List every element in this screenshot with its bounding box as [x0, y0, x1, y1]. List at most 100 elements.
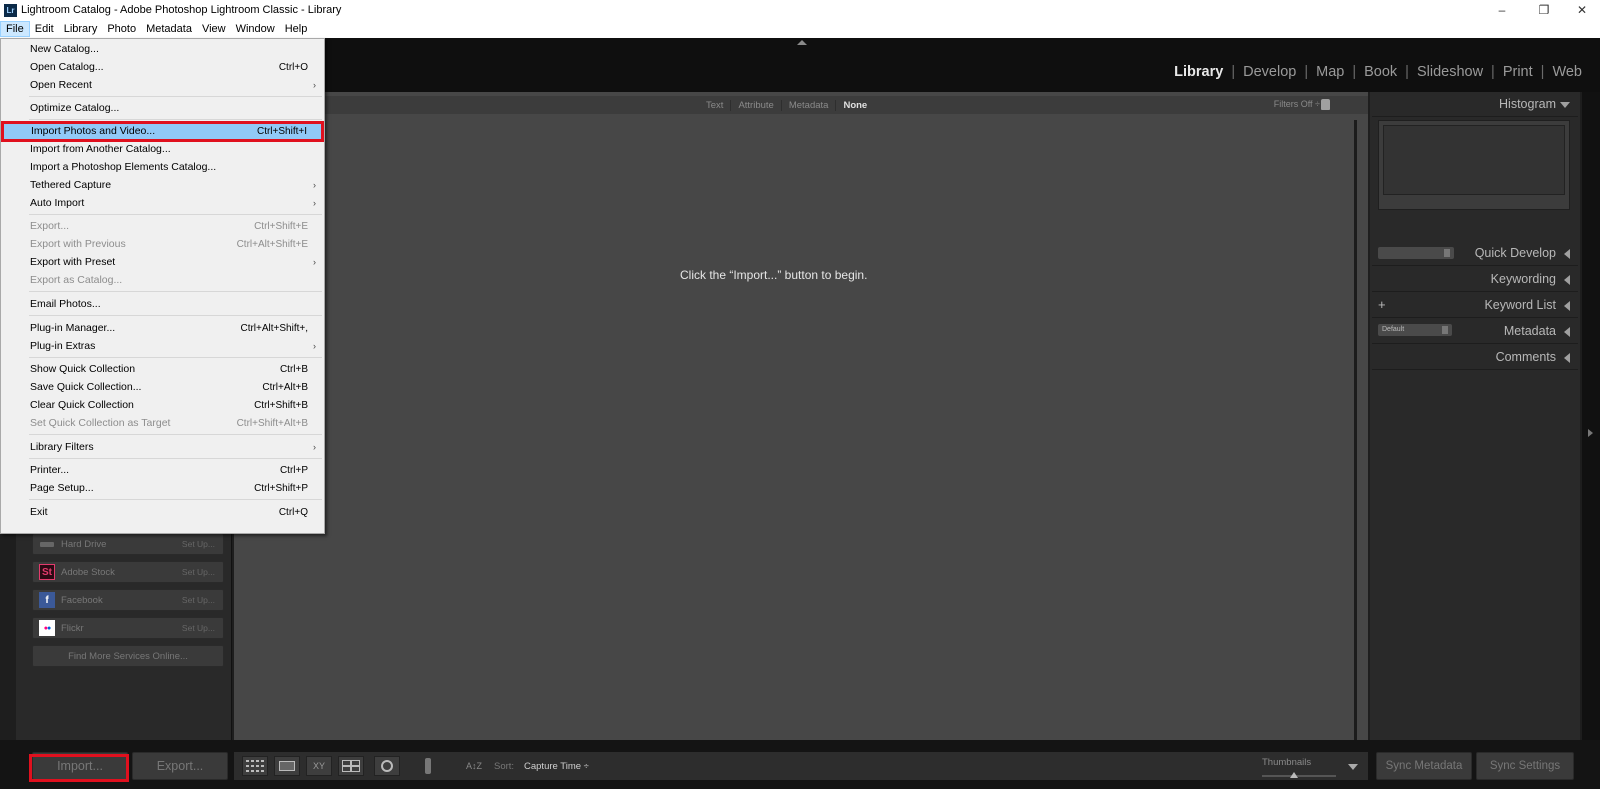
add-keyword-icon[interactable]: +	[1378, 297, 1386, 312]
grid-view-area[interactable]	[234, 92, 1368, 740]
menu-help[interactable]: Help	[280, 21, 313, 37]
menu-item-export[interactable]: Export... Ctrl+Shift+E	[3, 217, 322, 235]
histogram-plot	[1383, 125, 1565, 195]
sort-direction-icon[interactable]: A↕Z	[458, 756, 490, 776]
module-book[interactable]: Book	[1356, 64, 1405, 80]
publish-service-hard-drive[interactable]: Hard Drive Set Up...	[32, 533, 224, 555]
submenu-arrow-icon: ›	[313, 180, 316, 190]
library-toolbar	[234, 752, 1368, 780]
collapse-left-icon	[1564, 275, 1570, 285]
histogram-display	[1378, 120, 1570, 210]
close-button[interactable]: ✕	[1564, 0, 1600, 20]
collapse-left-icon	[1564, 327, 1570, 337]
menu-item-optimize-catalog[interactable]: Optimize Catalog...	[3, 99, 322, 117]
people-view-icon[interactable]	[374, 756, 400, 776]
menu-item-page-setup[interactable]: Page Setup... Ctrl+Shift+P	[3, 479, 322, 497]
minimize-button[interactable]: –	[1484, 0, 1520, 20]
menu-item-auto-import[interactable]: Auto Import ›	[3, 194, 322, 212]
filter-tab-metadata[interactable]: Metadata	[782, 99, 837, 111]
menu-item-show-quick-collection[interactable]: Show Quick Collection Ctrl+B	[3, 360, 322, 378]
menu-item-exit[interactable]: Exit Ctrl+Q	[3, 503, 322, 521]
menu-item-import-photos-and-video[interactable]: Import Photos and Video... Ctrl+Shift+I	[3, 122, 322, 140]
keywording-panel-header[interactable]: Keywording	[1372, 267, 1578, 292]
module-develop[interactable]: Develop	[1235, 64, 1304, 80]
module-web[interactable]: Web	[1544, 64, 1590, 80]
thumbnail-size-slider[interactable]	[1262, 772, 1336, 778]
menu-photo[interactable]: Photo	[102, 21, 141, 37]
menu-library[interactable]: Library	[59, 21, 103, 37]
publish-service-adobe-stock[interactable]: St Adobe Stock Set Up...	[32, 561, 224, 583]
menu-item-printer[interactable]: Printer... Ctrl+P	[3, 461, 322, 479]
menu-item-email-photos[interactable]: Email Photos...	[3, 295, 322, 313]
metadata-preset-select[interactable]: Default	[1378, 324, 1452, 336]
menu-separator	[29, 315, 322, 316]
filter-tab-attribute[interactable]: Attribute	[731, 99, 782, 111]
adobe-stock-icon: St	[39, 564, 55, 580]
menu-item-import-photoshop-elements-catalog[interactable]: Import a Photoshop Elements Catalog...	[3, 158, 322, 176]
grid-view-icon[interactable]	[242, 756, 268, 776]
service-setup-link[interactable]: Set Up...	[182, 595, 215, 605]
painter-spray-can-icon[interactable]	[422, 756, 434, 776]
grid-scrollbar[interactable]	[1354, 120, 1357, 740]
menu-item-export-with-previous[interactable]: Export with Previous Ctrl+Alt+Shift+E	[3, 235, 322, 253]
filter-tabs: Text Attribute Metadata None	[699, 96, 874, 114]
service-setup-link[interactable]: Set Up...	[182, 567, 215, 577]
keyword-list-panel-header[interactable]: Keyword List	[1372, 293, 1578, 318]
filter-lock-icon[interactable]	[1321, 99, 1330, 110]
import-button[interactable]: Import...	[32, 752, 128, 780]
sync-settings-button[interactable]: Sync Settings	[1476, 752, 1574, 780]
module-map[interactable]: Map	[1308, 64, 1352, 80]
sort-label: Sort:	[494, 761, 515, 772]
menu-window[interactable]: Window	[231, 21, 280, 37]
compare-view-icon[interactable]: XY	[306, 756, 332, 776]
quick-develop-title: Quick Develop	[1474, 246, 1556, 260]
menu-item-open-catalog[interactable]: Open Catalog... Ctrl+O	[3, 58, 322, 76]
publish-service-flickr[interactable]: ● ● Flickr Set Up...	[32, 617, 224, 639]
find-more-services-button[interactable]: Find More Services Online...	[32, 645, 224, 667]
expand-down-icon	[1560, 102, 1570, 108]
loupe-view-icon[interactable]	[274, 756, 300, 776]
menu-item-export-with-preset[interactable]: Export with Preset ›	[3, 253, 322, 271]
slider-knob[interactable]	[1290, 772, 1298, 778]
menu-item-save-quick-collection[interactable]: Save Quick Collection... Ctrl+Alt+B	[3, 378, 322, 396]
menu-item-set-quick-collection-as-target[interactable]: Set Quick Collection as Target Ctrl+Shift…	[3, 414, 322, 432]
module-print[interactable]: Print	[1495, 64, 1541, 80]
metadata-title: Metadata	[1503, 324, 1556, 338]
survey-view-icon[interactable]	[338, 756, 364, 776]
toolbar-content-menu-icon[interactable]	[1348, 764, 1358, 770]
service-setup-link[interactable]: Set Up...	[182, 539, 215, 549]
menu-view[interactable]: View	[197, 21, 231, 37]
histogram-title: Histogram	[1499, 97, 1556, 111]
histogram-panel-header[interactable]: Histogram	[1372, 92, 1578, 117]
sort-order-select[interactable]: Capture Time ÷	[524, 761, 589, 772]
quick-develop-preset-select[interactable]	[1378, 247, 1454, 259]
menu-metadata[interactable]: Metadata	[141, 21, 197, 37]
filter-tab-none[interactable]: None	[836, 100, 874, 111]
toggle-right-panel-icon[interactable]	[1588, 429, 1593, 437]
service-setup-link[interactable]: Set Up...	[182, 623, 215, 633]
module-slideshow[interactable]: Slideshow	[1409, 64, 1491, 80]
menu-item-open-recent[interactable]: Open Recent ›	[3, 76, 322, 94]
menu-item-clear-quick-collection[interactable]: Clear Quick Collection Ctrl+Shift+B	[3, 396, 322, 414]
export-button[interactable]: Export...	[132, 752, 228, 780]
menu-item-new-catalog[interactable]: New Catalog...	[3, 40, 322, 58]
menu-item-plugin-extras[interactable]: Plug-in Extras ›	[3, 337, 322, 355]
filter-presets-dropdown[interactable]: Filters Off ÷	[1274, 99, 1320, 109]
menu-item-import-from-another-catalog[interactable]: Import from Another Catalog...	[3, 140, 322, 158]
menu-item-plugin-manager[interactable]: Plug-in Manager... Ctrl+Alt+Shift+,	[3, 319, 322, 337]
collapse-top-panel-icon[interactable]	[797, 40, 807, 45]
restore-button[interactable]: ❐	[1526, 0, 1562, 20]
menu-separator	[29, 357, 322, 358]
menu-item-tethered-capture[interactable]: Tethered Capture ›	[3, 176, 322, 194]
comments-panel-header[interactable]: Comments	[1372, 345, 1578, 370]
right-panel-edge	[1582, 92, 1600, 740]
menu-edit[interactable]: Edit	[30, 21, 59, 37]
menu-item-export-as-catalog[interactable]: Export as Catalog...	[3, 271, 322, 289]
menu-item-library-filters[interactable]: Library Filters ›	[3, 438, 322, 456]
menu-file[interactable]: File	[0, 21, 30, 37]
collapse-left-icon	[1564, 301, 1570, 311]
filter-tab-text[interactable]: Text	[699, 99, 732, 111]
sync-metadata-button[interactable]: Sync Metadata	[1376, 752, 1472, 780]
module-library[interactable]: Library	[1166, 64, 1231, 80]
publish-service-facebook[interactable]: f Facebook Set Up...	[32, 589, 224, 611]
